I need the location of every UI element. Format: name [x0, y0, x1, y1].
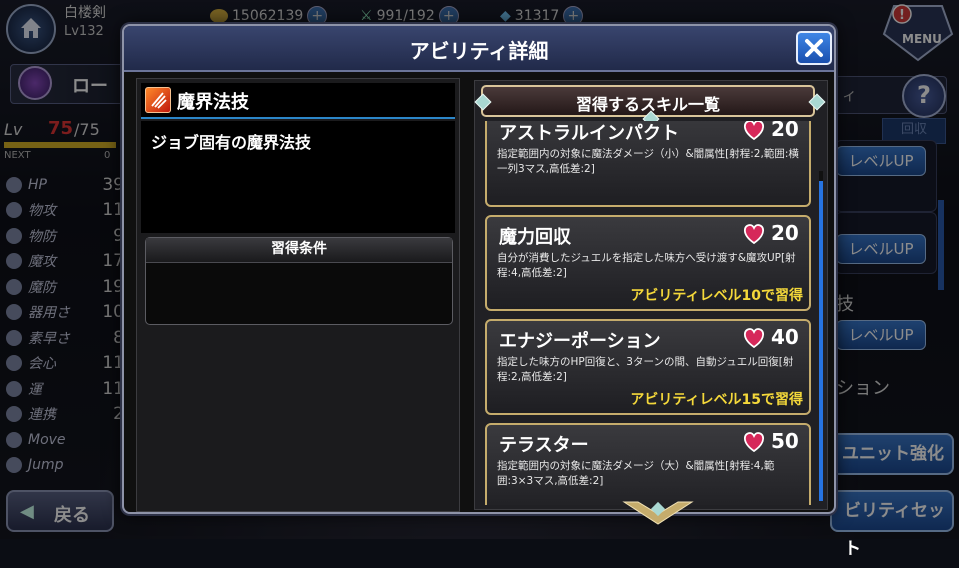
ability-claw-icon: [145, 87, 171, 113]
skill-cost: 20: [771, 121, 799, 141]
skill-requirement: アビリティレベル10で習得: [630, 288, 803, 304]
skill-name: 魔力回収: [499, 227, 571, 248]
skill-requirement: アビリティレベル15で習得: [630, 392, 803, 408]
skill-name: テラスター: [499, 435, 589, 456]
ability-info-panel: 魔界法技 ジョブ固有の魔界法技 習得条件: [136, 78, 460, 512]
dialog-title: アビリティ詳細: [409, 39, 549, 63]
skill-description: 自分が消費したジュエルを指定した味方へ受け渡す&魔攻UP[射程:4,高低差:2]: [497, 252, 796, 279]
close-button[interactable]: [796, 31, 832, 65]
skill-scrollbar[interactable]: [819, 171, 823, 501]
ability-detail-dialog: アビリティ詳細 魔界法技 ジョブ固有の魔界法技 習得条件 習得するスキル一覧 ア…: [122, 24, 836, 525]
skill-description: 指定範囲内の対象に魔法ダメージ（小）&闇属性[射程:2,範囲:横一列3マス,高低…: [497, 148, 799, 175]
learn-condition-title: 習得条件: [146, 238, 452, 263]
skill-cost: 20: [771, 221, 799, 245]
ability-description: ジョブ固有の魔界法技: [151, 133, 312, 152]
skill-cost: 50: [771, 429, 799, 453]
skill-scroll-thumb[interactable]: [819, 181, 823, 501]
scroll-down-arrow-icon[interactable]: [622, 500, 694, 526]
skill-card[interactable]: エナジーポーション 40 指定した味方のHP回復と、3ターンの間、自動ジュエル回復[…: [485, 319, 811, 415]
skill-description: 指定範囲内の対象に魔法ダメージ（大）&闇属性[射程:4,範囲:3×3マス,高低差…: [497, 460, 775, 487]
ability-header: 魔界法技: [141, 83, 455, 119]
heart-icon: [743, 432, 765, 452]
skill-list-title: 習得するスキル一覧: [575, 95, 720, 114]
skill-card[interactable]: アストラルインパクト 20 指定範囲内の対象に魔法ダメージ（小）&闇属性[射程:2,…: [485, 121, 811, 207]
skill-list[interactable]: アストラルインパクト 20 指定範囲内の対象に魔法ダメージ（小）&闇属性[射程:2,…: [483, 121, 813, 505]
heart-icon: [743, 328, 765, 348]
heart-icon: [743, 121, 765, 140]
skill-cost: 40: [771, 325, 799, 349]
skill-description: 指定した味方のHP回復と、3ターンの間、自動ジュエル回復[射程:2,高低差:2]: [497, 356, 794, 383]
dialog-header: アビリティ詳細: [124, 26, 834, 72]
skill-card[interactable]: 魔力回収 20 自分が消費したジュエルを指定した味方へ受け渡す&魔攻UP[射程:4,…: [485, 215, 811, 311]
ability-description-box: ジョブ固有の魔界法技: [141, 121, 455, 233]
ability-name: 魔界法技: [177, 92, 249, 113]
skill-name: エナジーポーション: [499, 331, 661, 352]
skill-name: アストラルインパクト: [499, 123, 679, 144]
heart-icon: [743, 224, 765, 244]
close-icon: [805, 39, 823, 57]
skill-list-panel: 習得するスキル一覧 アストラルインパクト 20 指定範囲内の対象に魔法ダメージ（小）…: [474, 80, 828, 510]
learn-condition-box: 習得条件: [145, 237, 453, 325]
skill-card[interactable]: テラスター 50 指定範囲内の対象に魔法ダメージ（大）&闇属性[射程:4,範囲:3×…: [485, 423, 811, 505]
